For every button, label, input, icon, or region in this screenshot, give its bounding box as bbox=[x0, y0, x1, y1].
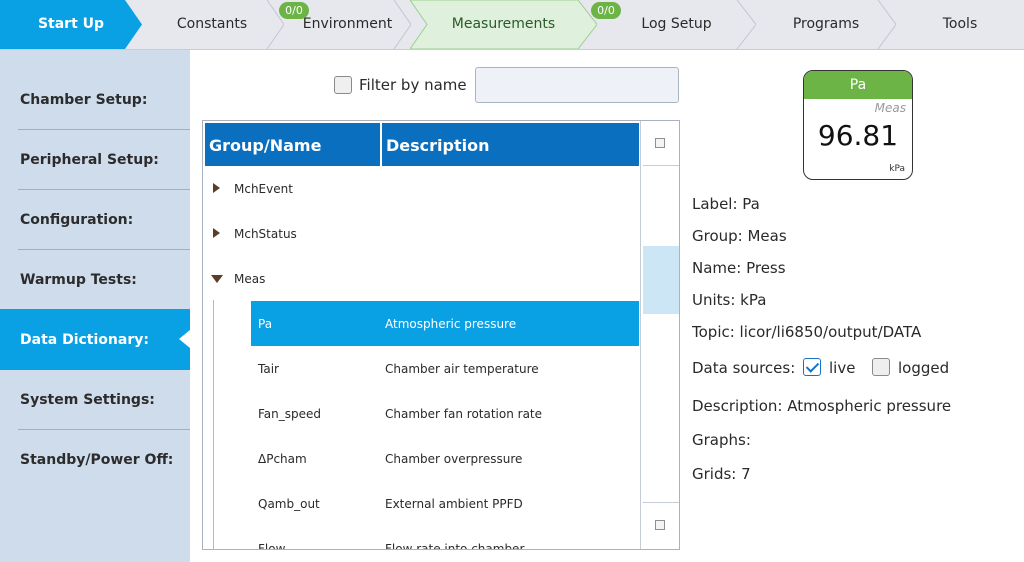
row-name: MchStatus bbox=[234, 227, 297, 241]
sidebar-item-label: Standby/Power Off: bbox=[20, 452, 174, 468]
detail-units: Units: kPa bbox=[692, 291, 767, 309]
detail-topic: Topic: licor/li6850/output/DATA bbox=[692, 323, 922, 341]
row-description: External ambient PPFD bbox=[385, 497, 523, 511]
tab-environment[interactable]: 0/0 Environment bbox=[279, 0, 411, 49]
sidebar-item-system-settings[interactable]: System Settings: bbox=[0, 370, 190, 430]
row-description: Chamber fan rotation rate bbox=[385, 407, 543, 421]
tree-guide-line bbox=[213, 300, 214, 550]
sidebar-item-chamber-setup[interactable]: Chamber Setup: bbox=[0, 70, 190, 130]
gauge-group: Meas bbox=[874, 101, 906, 115]
row-description: Chamber air temperature bbox=[385, 362, 539, 376]
gauge-unit: kPa bbox=[889, 164, 905, 174]
log-setup-badge: 0/0 bbox=[591, 2, 621, 19]
row-name: Meas bbox=[234, 272, 266, 286]
sidebar-item-warmup-tests[interactable]: Warmup Tests: bbox=[0, 250, 190, 310]
filter-name-input[interactable] bbox=[475, 67, 679, 103]
detail-description: Description: Atmospheric pressure bbox=[692, 397, 952, 415]
sidebar-item-label: System Settings: bbox=[20, 392, 155, 408]
collapse-arrow-icon[interactable] bbox=[211, 275, 223, 283]
table-row[interactable]: MchEvent bbox=[205, 166, 639, 211]
filter-by-name-label: Filter by name bbox=[359, 76, 467, 94]
tab-constants-label: Constants bbox=[176, 16, 248, 32]
sidebar: Chamber Setup: Peripheral Setup: Configu… bbox=[0, 50, 190, 562]
environment-badge: 0/0 bbox=[279, 2, 309, 19]
expand-arrow-icon[interactable] bbox=[213, 228, 220, 238]
detail-group: Group: Meas bbox=[692, 227, 787, 245]
table-row[interactable]: Qamb_out External ambient PPFD bbox=[251, 481, 639, 526]
table-row[interactable]: Fan_speed Chamber fan rotation rate bbox=[251, 391, 639, 436]
table-row[interactable]: Meas bbox=[205, 256, 639, 301]
row-name: ΔPcham bbox=[258, 452, 307, 466]
scrollbar-thumb[interactable] bbox=[643, 246, 679, 314]
data-dictionary-table: Group/Name Description MchEvent MchStatu… bbox=[202, 120, 680, 550]
table-row[interactable]: ΔPcham Chamber overpressure bbox=[251, 436, 639, 481]
table-row[interactable]: MchStatus bbox=[205, 211, 639, 256]
logged-source-checkbox[interactable] bbox=[872, 358, 890, 376]
sidebar-item-label: Data Dictionary: bbox=[20, 331, 149, 348]
row-name: Tair bbox=[258, 362, 279, 376]
gauge-value: 96.81 bbox=[817, 119, 899, 152]
tab-log-setup-label: Log Setup bbox=[641, 16, 712, 32]
table-header: Group/Name Description bbox=[205, 123, 639, 166]
tab-tools[interactable]: Tools bbox=[896, 0, 1024, 49]
sidebar-item-peripheral-setup[interactable]: Peripheral Setup: bbox=[0, 130, 190, 190]
table-row[interactable]: Flow Flow rate into chamber bbox=[251, 526, 639, 550]
row-name: Fan_speed bbox=[258, 407, 322, 421]
sidebar-item-label: Warmup Tests: bbox=[20, 272, 137, 288]
scrollbar-track[interactable] bbox=[643, 165, 679, 503]
detail-grids: Grids: 7 bbox=[692, 465, 751, 483]
data-sources-label: Data sources: bbox=[692, 359, 796, 377]
sidebar-item-configuration[interactable]: Configuration: bbox=[0, 190, 190, 250]
table-row[interactable]: Tair Chamber air temperature bbox=[251, 346, 639, 391]
sidebar-item-label: Chamber Setup: bbox=[20, 92, 148, 108]
scroll-up-button[interactable] bbox=[655, 138, 665, 148]
tab-log-setup[interactable]: 0/0 Log Setup bbox=[591, 0, 756, 49]
row-name: Flow bbox=[258, 542, 286, 550]
tab-programs-label: Programs bbox=[792, 16, 860, 32]
detail-label: Label: Pa bbox=[692, 195, 760, 213]
logged-source-label: logged bbox=[898, 359, 950, 377]
sidebar-item-label: Peripheral Setup: bbox=[20, 152, 159, 168]
top-navigation: Start Up Constants 0/0 Environment Measu… bbox=[0, 0, 1024, 50]
gauge-label: Pa bbox=[804, 71, 912, 99]
row-description: Flow rate into chamber bbox=[385, 542, 525, 550]
table-scrollbar[interactable] bbox=[640, 121, 679, 549]
row-name: Qamb_out bbox=[258, 497, 320, 511]
active-indicator-notch bbox=[179, 330, 190, 348]
live-source-label: live bbox=[829, 359, 856, 377]
row-description: Chamber overpressure bbox=[385, 452, 523, 466]
row-name: Pa bbox=[258, 317, 273, 331]
tab-start-up-label: Start Up bbox=[37, 16, 105, 32]
sidebar-item-label: Configuration: bbox=[20, 212, 134, 228]
tab-tools-label: Tools bbox=[942, 16, 978, 32]
column-header-group-name[interactable]: Group/Name bbox=[205, 123, 380, 166]
live-source-checkbox[interactable] bbox=[803, 358, 821, 376]
filter-by-name-checkbox[interactable] bbox=[334, 76, 352, 94]
detail-name: Name: Press bbox=[692, 259, 786, 277]
table-row-selected[interactable]: Pa Atmospheric pressure bbox=[251, 301, 639, 346]
expand-arrow-icon[interactable] bbox=[213, 183, 220, 193]
tab-measurements[interactable]: Measurements bbox=[410, 0, 597, 49]
tab-programs[interactable]: Programs bbox=[756, 0, 896, 49]
tab-measurements-label: Measurements bbox=[451, 16, 556, 32]
tab-constants[interactable]: Constants bbox=[140, 0, 284, 49]
scroll-down-button[interactable] bbox=[655, 520, 665, 530]
column-header-description[interactable]: Description bbox=[382, 123, 639, 166]
row-name: MchEvent bbox=[234, 182, 293, 196]
tab-start-up[interactable]: Start Up bbox=[0, 0, 142, 49]
sidebar-item-data-dictionary[interactable]: Data Dictionary: bbox=[0, 309, 190, 370]
measurement-gauge-tile[interactable]: Pa Meas 96.81 kPa bbox=[803, 70, 913, 180]
sidebar-item-standby-power-off[interactable]: Standby/Power Off: bbox=[0, 430, 190, 490]
detail-graphs: Graphs: bbox=[692, 431, 751, 449]
row-description: Atmospheric pressure bbox=[385, 317, 517, 331]
